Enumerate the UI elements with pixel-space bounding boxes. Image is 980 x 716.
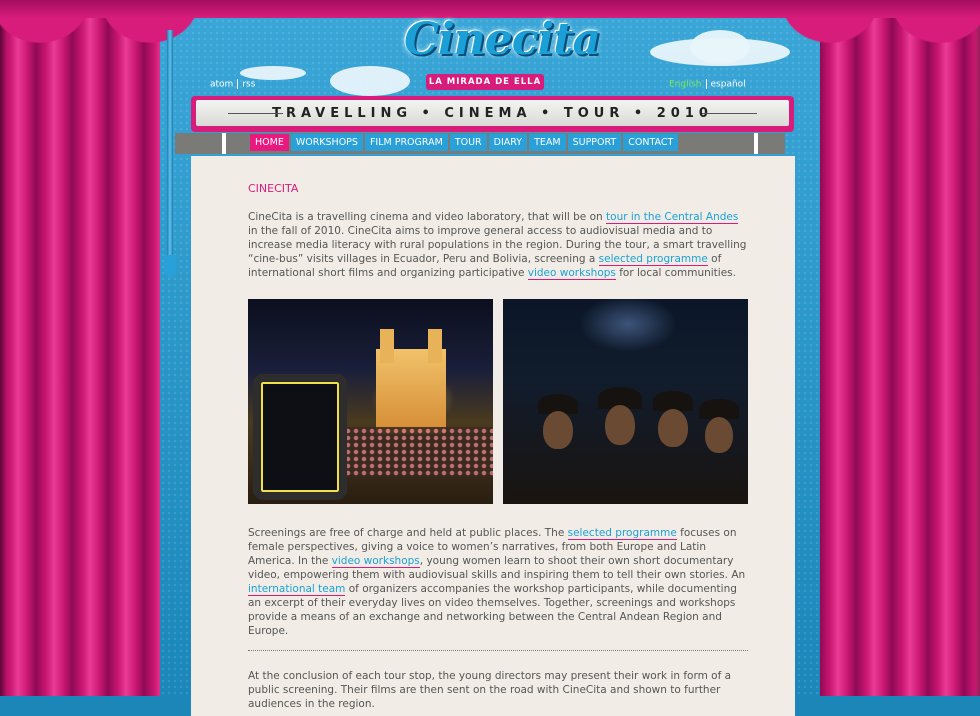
tour-link[interactable]: tour in the Central Andes bbox=[606, 211, 739, 224]
right-curtain bbox=[820, 0, 980, 696]
intro-text: for local communities. bbox=[615, 267, 736, 279]
rss-feed-link[interactable]: rss bbox=[242, 80, 255, 90]
language-english[interactable]: English bbox=[669, 80, 702, 90]
selected-programme-link[interactable]: selected programme bbox=[598, 253, 708, 266]
main-nav: HOME WORKSHOPS FILM PROGRAM TOUR DIARY T… bbox=[250, 134, 679, 151]
nav-diary[interactable]: DIARY bbox=[488, 134, 528, 151]
body-text: Screenings are free of charge and held a… bbox=[248, 527, 568, 539]
inflatable-screen bbox=[253, 374, 347, 500]
cloud-decoration bbox=[330, 66, 410, 96]
nav-home[interactable]: HOME bbox=[250, 134, 289, 151]
left-curtain bbox=[0, 0, 160, 696]
nav-post bbox=[754, 133, 758, 154]
atom-feed-link[interactable]: atom bbox=[210, 80, 233, 90]
third-paragraph: At the conclusion of each tour stop, the… bbox=[248, 670, 732, 710]
church-tower bbox=[380, 329, 394, 363]
photo-row bbox=[248, 299, 748, 504]
article: CINECITA CineCita is a travelling cinema… bbox=[248, 182, 748, 711]
video-workshops-link[interactable]: video workshops bbox=[331, 555, 420, 568]
feed-links: atom rss bbox=[210, 79, 255, 90]
language-spanish[interactable]: español bbox=[711, 80, 746, 90]
page-title: CINECITA bbox=[248, 182, 299, 195]
divider bbox=[705, 79, 707, 89]
video-workshops-link[interactable]: video workshops bbox=[527, 267, 616, 280]
nav-film-program[interactable]: FILM PROGRAM bbox=[364, 134, 448, 151]
nav-contact[interactable]: CONTACT bbox=[623, 134, 679, 151]
main-content: CINECITA CineCita is a travelling cinema… bbox=[191, 156, 795, 716]
nav-post bbox=[222, 133, 226, 154]
audience-crowd bbox=[328, 427, 493, 477]
logo-wordmark: Cinecita bbox=[404, 14, 601, 65]
screening-photo bbox=[248, 299, 493, 504]
hat-silhouette bbox=[699, 399, 739, 419]
curtain-rope bbox=[167, 30, 173, 270]
face bbox=[605, 405, 635, 445]
site-logo[interactable]: Cinecita LA MIRADA DE ELLA bbox=[404, 14, 601, 96]
face bbox=[658, 409, 688, 447]
nav-workshops[interactable]: WORKSHOPS bbox=[290, 134, 363, 151]
audience-photo bbox=[503, 299, 748, 504]
marquee-text: TRAVELLING • CINEMA • TOUR • 2010 bbox=[272, 106, 713, 121]
dotted-divider bbox=[248, 650, 748, 651]
curtain-rope-tassel bbox=[164, 255, 176, 277]
language-switcher: English español bbox=[669, 79, 746, 90]
cloud-decoration bbox=[240, 66, 306, 80]
selected-programme-link[interactable]: selected programme bbox=[567, 527, 677, 540]
tour-marquee: TRAVELLING • CINEMA • TOUR • 2010 bbox=[191, 96, 794, 132]
hat-silhouette bbox=[653, 391, 693, 411]
marquee-line-right bbox=[702, 113, 757, 114]
intro-text: CineCita is a travelling cinema and vide… bbox=[248, 211, 607, 223]
nav-tour[interactable]: TOUR bbox=[449, 134, 487, 151]
church-tower bbox=[428, 329, 442, 363]
divider bbox=[237, 79, 239, 89]
logo-tagline: LA MIRADA DE ELLA bbox=[426, 74, 544, 90]
cloud-decoration bbox=[690, 30, 750, 64]
nav-support[interactable]: SUPPORT bbox=[567, 134, 622, 151]
second-paragraph: Screenings are free of charge and held a… bbox=[248, 526, 748, 638]
face bbox=[705, 417, 733, 453]
marquee-panel: TRAVELLING • CINEMA • TOUR • 2010 bbox=[196, 100, 789, 126]
face bbox=[543, 411, 573, 449]
intro-paragraph: CineCita is a travelling cinema and vide… bbox=[248, 210, 748, 280]
international-team-link[interactable]: international team bbox=[248, 583, 346, 596]
nav-team[interactable]: TEAM bbox=[529, 134, 566, 151]
marquee-line-left bbox=[228, 113, 283, 114]
